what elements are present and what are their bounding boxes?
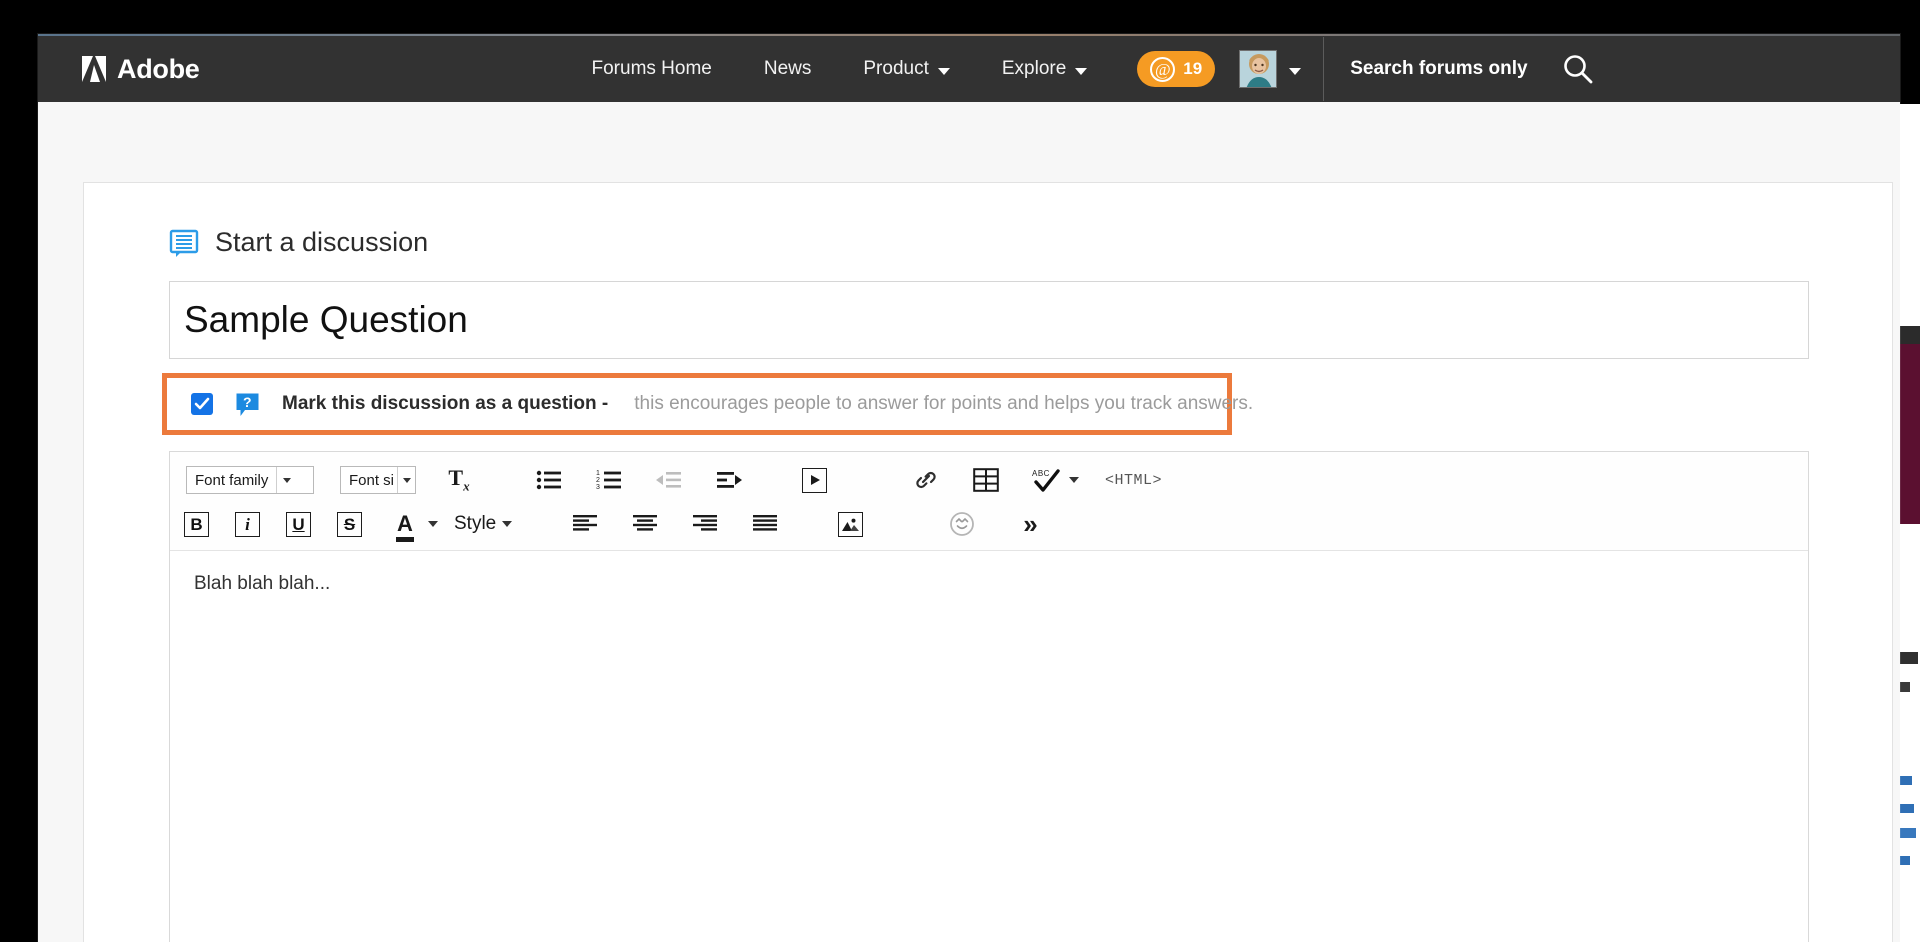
emoji-icon[interactable] [945,507,979,541]
text-color-icon[interactable]: A [388,507,422,542]
chevron-down-icon [1075,67,1088,75]
nav-item-label: Forums Home [591,58,712,79]
nav-item-label: News [763,58,812,79]
align-center-icon[interactable] [628,507,662,541]
nav-item-label: Explore [1001,58,1067,79]
svg-text:ABC: ABC [1032,469,1050,478]
indent-icon[interactable] [712,463,746,497]
nav-item-forums-home[interactable]: Forums Home [566,36,738,102]
insert-video-icon[interactable] [802,467,827,493]
spellcheck-icon[interactable]: ABC [1029,463,1063,497]
svg-text:1: 1 [596,470,600,477]
toolbar-row-1: Font family Font si Tx 1 2 3 ABC <HTML> [170,458,1808,502]
user-menu[interactable] [1239,50,1302,88]
chevron-down-icon [937,67,950,75]
adobe-logo[interactable]: Adobe [82,54,200,85]
nav-links: Forums Home News Product Explore [566,36,1114,102]
insert-image-icon[interactable] [838,511,864,537]
search-forums-button[interactable]: Search forums only [1324,53,1593,85]
style-dropdown-caret[interactable] [502,521,513,527]
insert-table-icon[interactable] [969,463,1003,497]
editor-content-area[interactable]: Blah blah blah... [170,551,1808,942]
at-sign-icon: @ [1150,56,1176,82]
nav-item-product[interactable]: Product [837,36,975,102]
mentions-count: 19 [1183,59,1203,78]
html-source-button[interactable]: <HTML> [1105,472,1162,489]
font-family-select[interactable]: Font family [186,466,314,494]
chevron-down-icon [276,467,297,493]
nav-item-news[interactable]: News [738,36,838,102]
bullet-list-icon[interactable] [532,463,566,497]
svg-text:2: 2 [596,477,600,484]
underline-icon[interactable]: U [286,511,311,537]
outdent-icon[interactable] [652,463,686,497]
search-label: Search forums only [1350,58,1528,79]
font-size-select[interactable]: Font si [340,466,416,494]
font-size-value: Font si [349,471,395,489]
bold-icon[interactable]: B [184,511,209,537]
screenshot-frame: Adobe Forums Home News Product Explore @… [0,0,1920,942]
clear-formatting-icon[interactable]: Tx [442,463,476,497]
spellcheck-dropdown-caret[interactable] [1069,477,1079,483]
insert-link-icon[interactable] [909,463,943,497]
rich-text-editor: Font family Font si Tx 1 2 3 ABC <HTML> … [169,451,1809,942]
browser-window: Adobe Forums Home News Product Explore @… [38,34,1900,942]
mark-as-question-checkbox[interactable] [191,393,213,415]
chevron-down-icon [397,467,415,493]
toolbar-row-2: B i U S A Style » [170,502,1808,546]
numbered-list-icon[interactable]: 1 2 3 [592,463,626,497]
search-icon[interactable] [1562,53,1594,85]
adobe-logo-icon [82,56,112,82]
svg-text:3: 3 [596,484,600,491]
nav-item-explore[interactable]: Explore [976,36,1113,102]
mentions-badge[interactable]: @ 19 [1137,51,1216,87]
more-tools-icon[interactable]: » [1023,511,1038,537]
question-mark-icon: ? [235,392,260,417]
adobe-wordmark: Adobe [117,53,200,84]
mark-as-question-hint: this encourages people to answer for poi… [634,393,1254,414]
justify-icon[interactable] [748,507,782,541]
discussion-icon [169,228,199,258]
nav-item-label: Product [863,58,929,79]
svg-text:?: ? [243,394,252,410]
text-color-dropdown-caret[interactable] [428,521,438,527]
chevron-down-icon [1289,67,1302,75]
align-left-icon[interactable] [568,507,602,541]
discussion-form-card: Start a discussion ? [83,182,1893,942]
adobe-navbar: Adobe Forums Home News Product Explore @… [38,36,1900,102]
page-body: Start a discussion ? [38,102,1900,942]
style-dropdown-label[interactable]: Style [454,513,496,535]
page-title-label: Start a discussion [215,227,429,257]
page-title: Start a discussion [169,227,428,258]
mark-as-question-row[interactable]: ? Mark this discussion as a question - t… [162,373,1253,435]
discussion-title-input[interactable] [169,281,1809,359]
mark-as-question-label: Mark this discussion as a question - [282,393,609,414]
italic-icon[interactable]: i [235,511,260,537]
avatar [1239,50,1278,88]
editor-toolbar: Font family Font si Tx 1 2 3 ABC <HTML> … [170,452,1808,551]
align-right-icon[interactable] [688,507,722,541]
font-family-value: Font family [195,471,269,489]
strikethrough-icon[interactable]: S [337,511,362,537]
